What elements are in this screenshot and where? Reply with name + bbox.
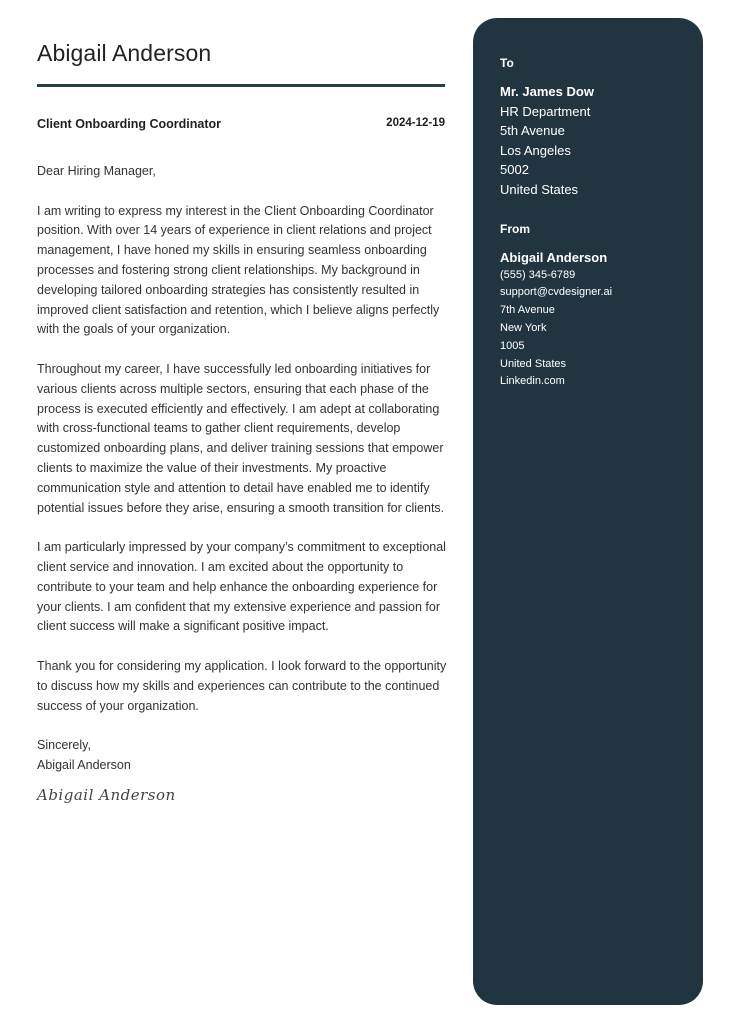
closing: Sincerely, [37, 738, 91, 753]
paragraph: I am particularly impressed by your comp… [37, 540, 446, 634]
sender-country: United States [500, 357, 567, 370]
sender-phone: (555) 345-6789 [500, 268, 576, 281]
letter-body: Dear Hiring Manager, I am writing to exp… [37, 162, 449, 806]
closing-name: Abigail Anderson [37, 757, 131, 772]
sender-section: From Abigail Anderson (555) 345-6789 sup… [500, 222, 703, 392]
salutation: Dear Hiring Manager, [37, 164, 156, 178]
recipient-heading: To [500, 56, 514, 70]
letter-date: 2024-12-19 [386, 117, 445, 129]
sender-city: New York [500, 321, 547, 334]
applicant-name: Abigail Anderson [37, 40, 212, 66]
recipient-postal-code: 5002 [500, 162, 529, 178]
sender-heading: From [500, 221, 530, 236]
job-title: Client Onboarding Coordinator [37, 117, 222, 131]
sender-postal-code: 1005 [500, 339, 525, 352]
signature: Abigail Anderson [37, 785, 176, 804]
recipient-section: To Mr. James Dow HR Department 5th Avenu… [500, 56, 703, 200]
sender-email: support@cvdesigner.ai [500, 286, 613, 299]
cover-letter-page: Abigail Anderson Client Onboarding Coord… [0, 0, 730, 1024]
recipient-street: 5th Avenue [500, 123, 565, 139]
recipient-department: HR Department [500, 103, 591, 119]
recipient-name: Mr. James Dow [500, 84, 594, 99]
paragraph: I am writing to express my interest in t… [37, 203, 440, 337]
header-divider [37, 84, 445, 87]
recipient-country: United States [500, 181, 579, 197]
sender-name: Abigail Anderson [500, 249, 608, 265]
contact-sidebar: To Mr. James Dow HR Department 5th Avenu… [473, 18, 703, 1005]
paragraph: Throughout my career, I have successfull… [37, 361, 445, 515]
sender-linkedin: Linkedin.com [500, 375, 565, 388]
recipient-city: Los Angeles [500, 142, 571, 158]
sender-street: 7th Avenue [500, 304, 555, 317]
paragraph: Thank you for considering my application… [37, 658, 447, 713]
